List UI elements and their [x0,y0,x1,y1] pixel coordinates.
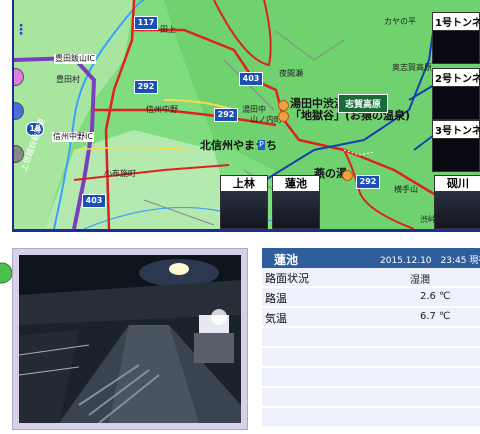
info-location: 蓮池 [274,253,299,267]
label-shinshu-nakano: 信州中野 [146,105,178,114]
onsen-icon-3 [342,170,353,181]
tunnel-3-label: 3号トンネル [432,120,480,139]
onsen-icon-2 [278,111,289,122]
info-key: 路温 [265,292,287,305]
label-okushiga: 奥志賀高原 [392,63,432,72]
landmark-kitashinshu-yamanouchi[interactable]: 北信州やまうち [200,140,277,151]
camera-kanbayashi-thumb[interactable] [220,192,268,229]
camera-suzurikawa[interactable]: 砚川 [434,175,480,229]
info-value: 湿潤 [410,275,430,286]
onsen-icon [278,100,289,111]
info-row-empty [262,388,480,408]
info-value: 2.6 ℃ [420,291,451,302]
camera-scene [19,255,241,423]
camera-frame [12,248,248,430]
info-row-road-condition: 路面状況 湿潤 [262,268,480,288]
road-map[interactable]: ⋮ 117 292 403 18 292 403 292 カヤの平 田上 豊田飯… [14,0,480,229]
camera-hasuike-label: 蓮池 [272,175,320,192]
tunnel-3-panel[interactable]: 3号トンネル [432,120,480,172]
info-header: 蓮池 2015.12.10 23:45 現在 [262,248,480,268]
route-403-badge-2: 403 [82,194,106,208]
tunnel-2-label: 2号トンネル [432,68,480,87]
label-yokoteyama: 横手山 [394,185,418,194]
tunnel-1-camera[interactable] [432,31,480,64]
route-292-badge-3: 292 [356,175,380,189]
info-row-road-temp: 路温 2.6 ℃ [262,288,480,308]
label-yomase: 夜間瀬 [279,69,303,78]
map-edge-glyph: ⋮ [14,22,28,38]
label-shinshu-nakano-ic: 信州中野IC [52,132,94,142]
info-row-empty [262,348,480,368]
route-403-badge: 403 [239,72,263,86]
route-292-badge: 292 [134,80,158,94]
green-circle-button[interactable] [0,262,13,284]
facility-icon: P [258,140,265,150]
info-value: 6.7 ℃ [420,311,451,322]
road-info-panel: 蓮池 2015.12.10 23:45 現在 路面状況 湿潤 路温 2.6 ℃ … [262,248,480,434]
tunnel-2-camera[interactable] [432,87,480,120]
shiga-kogen-badge[interactable]: 志賀高原 [338,94,389,113]
label-toyota-iiyama-ic: 豊田飯山IC [54,54,96,64]
camera-suzurikawa-label: 砚川 [434,175,480,192]
label-toyotamura: 豊田村 [56,75,80,84]
info-row-empty [262,408,480,428]
camera-kanbayashi-label: 上林 [220,175,268,192]
label-yudanaka: 湯田中 [242,105,266,114]
live-camera-image[interactable] [19,255,241,423]
label-kayanodaira: カヤの平 [384,17,416,26]
info-row-empty [262,368,480,388]
camera-kanbayashi[interactable]: 上林 [220,175,268,229]
info-key: 気温 [265,312,287,325]
info-row-empty [262,328,480,348]
route-292-badge-2: 292 [214,108,238,122]
info-key: 路面状況 [265,272,309,285]
tunnel-2-panel[interactable]: 2号トンネル [432,68,480,120]
tunnel-3-camera[interactable] [432,139,480,172]
info-timestamp: 2015.12.10 23:45 現在 [380,256,480,266]
tunnel-1-panel[interactable]: 1号トンネル [432,12,480,64]
label-tagami: 田上 [160,25,176,34]
camera-hasuike-thumb[interactable] [272,192,320,229]
route-117-badge: 117 [134,16,158,30]
tunnel-1-label: 1号トンネル [432,12,480,31]
info-row-air-temp: 気温 6.7 ℃ [262,308,480,328]
camera-hasuike[interactable]: 蓮池 [272,175,320,229]
camera-suzurikawa-thumb[interactable] [434,192,480,229]
label-obuse: 小布施町 [104,169,136,178]
